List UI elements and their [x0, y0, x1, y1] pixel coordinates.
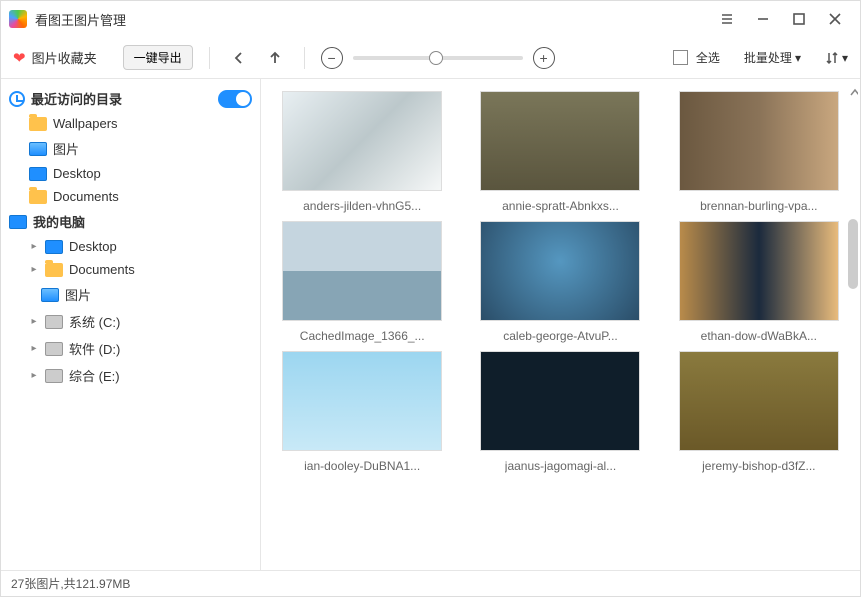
- thumbnail-image: [282, 221, 442, 321]
- thumbnail[interactable]: CachedImage_1366_...: [273, 221, 451, 343]
- thumbnail[interactable]: jeremy-bishop-d3fZ...: [670, 351, 848, 473]
- scrollbar-thumb[interactable]: [848, 219, 858, 289]
- chevron-down-icon: ▾: [795, 51, 801, 65]
- export-button[interactable]: 一键导出: [123, 45, 193, 70]
- close-icon[interactable]: [828, 12, 842, 26]
- titlebar: 看图王图片管理: [1, 1, 860, 37]
- folder-icon: [29, 117, 47, 131]
- drive-icon: [45, 342, 63, 356]
- divider: [304, 47, 305, 69]
- sidebar-recent-header[interactable]: 最近访问的目录: [1, 85, 260, 112]
- batch-dropdown[interactable]: 批量处理 ▾: [744, 49, 801, 66]
- zoom-slider[interactable]: [353, 56, 523, 60]
- back-button[interactable]: [226, 45, 252, 71]
- thumbnail[interactable]: jaanus-jagomagi-al...: [471, 351, 649, 473]
- thumbnail[interactable]: caleb-george-AtvuP...: [471, 221, 649, 343]
- statusbar: 27张图片,共121.97MB: [1, 570, 860, 596]
- drive-icon: [45, 369, 63, 383]
- zoom-in-button[interactable]: +: [533, 47, 555, 69]
- monitor-icon: [45, 240, 63, 254]
- minimize-icon[interactable]: [756, 12, 770, 26]
- favorites[interactable]: ❤ 图片收藏夹: [13, 48, 97, 67]
- sidebar-item-desktop-pc[interactable]: ▸Desktop: [1, 235, 260, 258]
- thumbnail-image: [679, 221, 839, 321]
- gallery: anders-jilden-vhnG5... annie-spratt-Abnk…: [261, 79, 860, 570]
- checkbox-icon: [673, 50, 688, 65]
- sort-dropdown[interactable]: ▾: [825, 51, 848, 65]
- picture-icon: [29, 142, 47, 156]
- thumbnail[interactable]: brennan-burling-vpa...: [670, 91, 848, 213]
- content: 最近访问的目录 Wallpapers 图片 Desktop Documents …: [1, 79, 860, 570]
- clock-icon: [9, 91, 25, 107]
- up-button[interactable]: [262, 45, 288, 71]
- recent-toggle[interactable]: [218, 90, 252, 108]
- picture-icon: [41, 288, 59, 302]
- divider: [209, 47, 210, 69]
- sidebar: 最近访问的目录 Wallpapers 图片 Desktop Documents …: [1, 79, 261, 570]
- sidebar-item-pictures-pc[interactable]: 图片: [1, 281, 260, 308]
- thumbnail-image: [282, 351, 442, 451]
- window-title: 看图王图片管理: [35, 10, 720, 29]
- chevron-down-icon: ▾: [842, 51, 848, 65]
- sidebar-item-documents[interactable]: Documents: [1, 185, 260, 208]
- thumbnail[interactable]: annie-spratt-Abnkxs...: [471, 91, 649, 213]
- window-controls: [720, 12, 852, 26]
- select-all-checkbox[interactable]: 全选: [673, 49, 720, 66]
- menu-icon[interactable]: [720, 12, 734, 26]
- batch-label: 批量处理: [744, 49, 792, 66]
- thumbnail-image: [480, 351, 640, 451]
- thumbnail-image: [679, 351, 839, 451]
- maximize-icon[interactable]: [792, 12, 806, 26]
- thumbnail-image: [480, 221, 640, 321]
- scroll-up-icon[interactable]: [850, 85, 858, 101]
- folder-icon: [45, 263, 63, 277]
- sidebar-item-drive-d[interactable]: ▸软件 (D:): [1, 335, 260, 362]
- thumbnail[interactable]: ethan-dow-dWaBkA...: [670, 221, 848, 343]
- computer-icon: [9, 215, 27, 229]
- app-icon: [9, 10, 27, 28]
- thumbnail-image: [480, 91, 640, 191]
- sidebar-item-wallpapers[interactable]: Wallpapers: [1, 112, 260, 135]
- sidebar-item-drive-e[interactable]: ▸综合 (E:): [1, 362, 260, 389]
- thumbnail[interactable]: ian-dooley-DuBNA1...: [273, 351, 451, 473]
- sidebar-item-documents-pc[interactable]: ▸Documents: [1, 258, 260, 281]
- favorites-label: 图片收藏夹: [32, 48, 97, 67]
- heart-icon: ❤: [13, 49, 26, 67]
- thumbnail-image: [679, 91, 839, 191]
- select-all-label: 全选: [696, 49, 720, 66]
- thumbnail[interactable]: anders-jilden-vhnG5...: [273, 91, 451, 213]
- monitor-icon: [29, 167, 47, 181]
- zoom-out-button[interactable]: −: [321, 47, 343, 69]
- sidebar-item-desktop[interactable]: Desktop: [1, 162, 260, 185]
- sidebar-mypc-header[interactable]: 我的电脑: [1, 208, 260, 235]
- toolbar: ❤ 图片收藏夹 一键导出 − + 全选 批量处理 ▾ ▾: [1, 37, 860, 79]
- sidebar-item-drive-c[interactable]: ▸系统 (C:): [1, 308, 260, 335]
- thumbnail-image: [282, 91, 442, 191]
- sidebar-item-pictures[interactable]: 图片: [1, 135, 260, 162]
- folder-icon: [29, 190, 47, 204]
- drive-icon: [45, 315, 63, 329]
- status-text: 27张图片,共121.97MB: [11, 575, 130, 592]
